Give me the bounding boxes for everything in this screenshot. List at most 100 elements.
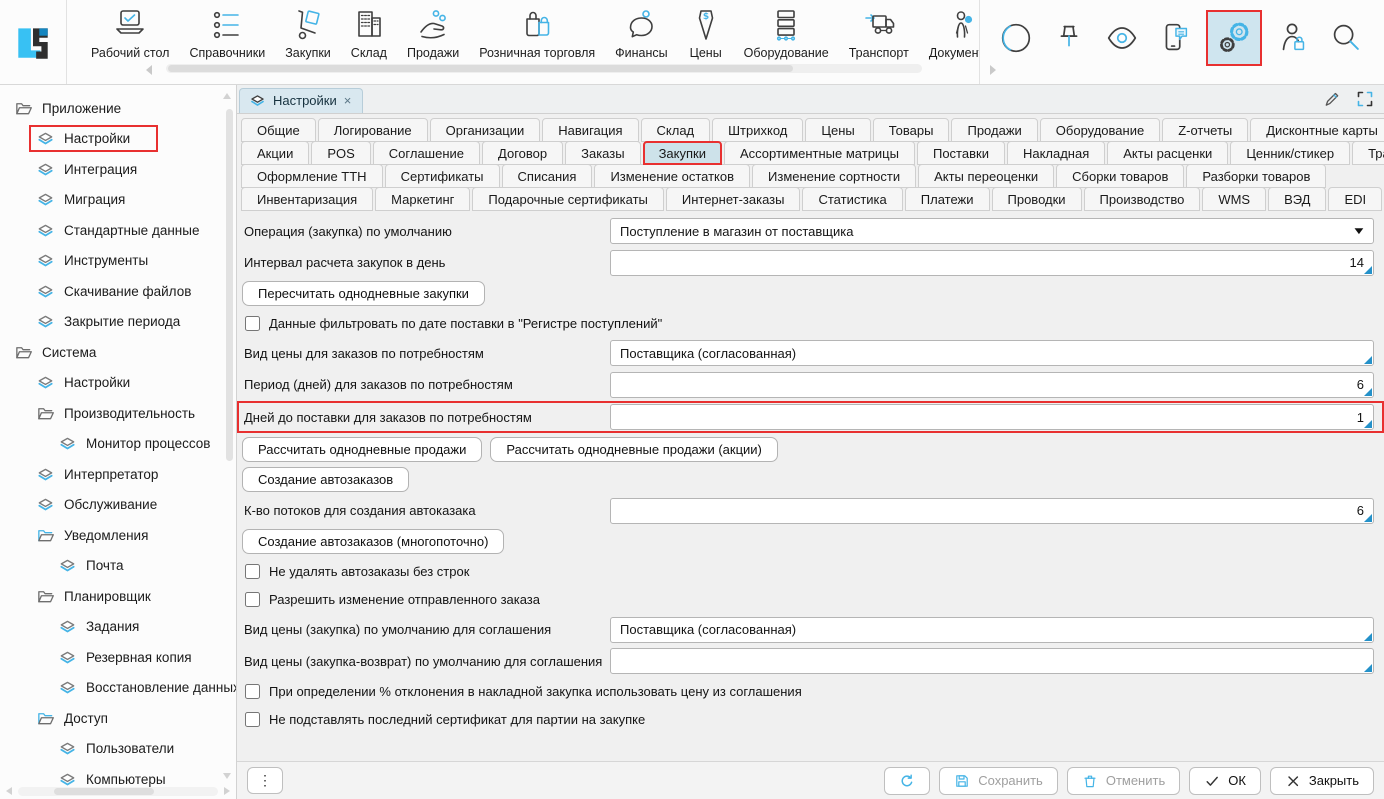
settings-gears-button[interactable] — [1206, 10, 1262, 66]
pie-chart-button[interactable] — [994, 13, 1038, 63]
sidebar-item[interactable]: Восстановление данных — [0, 673, 236, 704]
tab[interactable]: Производство — [1084, 187, 1201, 211]
tab[interactable]: Дисконтные карты — [1250, 118, 1384, 142]
toolbar-scrollbar-thumb[interactable] — [168, 65, 793, 72]
tab[interactable]: Ценник/стикер — [1230, 141, 1350, 165]
sidebar-item[interactable]: Обслуживание — [0, 490, 236, 521]
ok-button[interactable]: ОК — [1189, 767, 1261, 795]
tab[interactable]: Маркетинг — [375, 187, 470, 211]
toolbar-scroll-right-icon[interactable] — [990, 65, 996, 75]
form-action-button[interactable]: Создание автозаказов — [242, 467, 409, 492]
tab[interactable]: Договор — [482, 141, 563, 165]
tab[interactable]: Поставки — [917, 141, 1005, 165]
tab[interactable]: WMS — [1202, 187, 1266, 211]
checkbox[interactable] — [245, 564, 260, 579]
toolbar-scrollbar[interactable] — [166, 64, 922, 73]
chevron-down-icon[interactable]: ▼ — [1352, 226, 1367, 237]
sidebar-vscroll-thumb[interactable] — [226, 109, 233, 461]
toolbar-item[interactable]: Закупки — [275, 7, 341, 60]
toolbar-item[interactable]: Финансы — [605, 7, 677, 60]
tab[interactable]: Цены — [805, 118, 870, 142]
toolbar-item[interactable]: Рабочий стол — [81, 7, 179, 60]
toolbar-scroll-left-icon[interactable] — [146, 65, 152, 75]
toolbar-item[interactable]: Справочники — [179, 7, 275, 60]
sidebar-item[interactable]: Стандартные данные — [0, 215, 236, 246]
sidebar-horizontal-scrollbar[interactable] — [18, 787, 218, 796]
sidebar-folder-item[interactable]: Доступ — [0, 703, 236, 734]
form-action-button[interactable]: Пересчитать однодневные закупки — [242, 281, 485, 306]
tab[interactable]: Накладная — [1007, 141, 1105, 165]
tab[interactable]: POS — [311, 141, 370, 165]
fullscreen-icon[interactable] — [1356, 90, 1374, 108]
close-button[interactable]: Закрыть — [1270, 767, 1374, 795]
sidebar-item[interactable]: Задания — [0, 612, 236, 643]
toolbar-item[interactable]: Оборудование — [734, 7, 839, 60]
tab[interactable]: Соглашение — [373, 141, 480, 165]
cancel-button[interactable]: Отменить — [1067, 767, 1180, 795]
tab[interactable]: Организации — [430, 118, 541, 142]
tab[interactable]: Сертификаты — [385, 164, 500, 188]
tab[interactable]: Изменение остатков — [594, 164, 750, 188]
tab[interactable]: Z-отчеты — [1162, 118, 1248, 142]
tab[interactable]: Интернет-заказы — [666, 187, 801, 211]
save-button[interactable]: Сохранить — [939, 767, 1058, 795]
form-input[interactable]: 6 — [610, 498, 1374, 524]
tab[interactable]: Склад — [641, 118, 711, 142]
tab[interactable]: Изменение сортности — [752, 164, 916, 188]
form-input[interactable]: 14 — [610, 250, 1374, 276]
sidebar-item[interactable]: Пользователи — [0, 734, 236, 765]
tab[interactable]: Заказы — [565, 141, 640, 165]
form-select[interactable]: Поступление в магазин от поставщика▼ — [610, 218, 1374, 244]
tab[interactable]: Акты расценки — [1107, 141, 1228, 165]
tab[interactable]: Разборки товаров — [1186, 164, 1326, 188]
checkbox[interactable] — [245, 592, 260, 607]
sidebar-item[interactable]: Интерпретатор — [0, 459, 236, 490]
tab[interactable]: Товары — [873, 118, 950, 142]
refresh-button[interactable] — [884, 767, 930, 795]
sidebar-folder-item[interactable]: Производительность — [0, 398, 236, 429]
toolbar-item[interactable]: $Цены — [678, 7, 734, 60]
tab[interactable]: Проводки — [992, 187, 1082, 211]
tab[interactable]: Списания — [502, 164, 593, 188]
tab[interactable]: Ассортиментные матрицы — [724, 141, 915, 165]
sidebar-item[interactable]: Миграция — [0, 185, 236, 216]
toolbar-item[interactable]: Склад — [341, 7, 397, 60]
tab[interactable]: Общие — [241, 118, 316, 142]
tab[interactable]: Логирование — [318, 118, 428, 142]
toolbar-item[interactable]: Документы — [919, 7, 979, 60]
sidebar-folder-item[interactable]: Приложение — [0, 93, 236, 124]
tab[interactable]: Статистика — [802, 187, 902, 211]
tab[interactable]: Сборки товаров — [1056, 164, 1184, 188]
tab[interactable]: Оформление ТТН — [241, 164, 383, 188]
sidebar-item[interactable]: Скачивание файлов — [0, 276, 236, 307]
search-button[interactable] — [1324, 13, 1368, 63]
form-input[interactable] — [610, 648, 1374, 674]
edit-pencil-icon[interactable] — [1323, 90, 1341, 108]
checkbox[interactable] — [245, 316, 260, 331]
user-lock-button[interactable] — [1271, 13, 1315, 63]
sidebar-item[interactable]: Монитор процессов — [0, 429, 236, 460]
sidebar-item[interactable]: Закрытие периода — [0, 307, 236, 338]
sidebar-item[interactable]: Почта — [0, 551, 236, 582]
toolbar-item[interactable]: Транспорт — [839, 7, 919, 60]
tab[interactable]: Акции — [241, 141, 309, 165]
form-action-button[interactable]: Создание автозаказов (многопоточно) — [242, 529, 504, 554]
sidebar-folder-item[interactable]: Система — [0, 337, 236, 368]
toolbar-item[interactable]: Розничная торговля — [469, 7, 605, 60]
tab[interactable]: Акты переоценки — [918, 164, 1054, 188]
phone-chat-button[interactable] — [1153, 13, 1197, 63]
tab[interactable]: Штрихкод — [712, 118, 803, 142]
tab[interactable]: ВЭД — [1268, 187, 1326, 211]
form-input[interactable]: Поставщика (согласованная) — [610, 617, 1374, 643]
sidebar-hscroll-thumb[interactable] — [54, 788, 154, 795]
form-action-button[interactable]: Рассчитать однодневные продажи (акции) — [490, 437, 778, 462]
tab[interactable]: Подарочные сертификаты — [472, 187, 663, 211]
form-action-button[interactable]: Рассчитать однодневные продажи — [242, 437, 482, 462]
form-input[interactable]: Поставщика (согласованная) — [610, 340, 1374, 366]
sidebar-vertical-scrollbar[interactable] — [225, 93, 234, 779]
sidebar-item[interactable]: Инструменты — [0, 246, 236, 277]
tab-selected[interactable]: Закупки — [643, 141, 722, 165]
tab[interactable]: EDI — [1328, 187, 1382, 211]
checkbox[interactable] — [245, 684, 260, 699]
tab[interactable]: Навигация — [542, 118, 638, 142]
